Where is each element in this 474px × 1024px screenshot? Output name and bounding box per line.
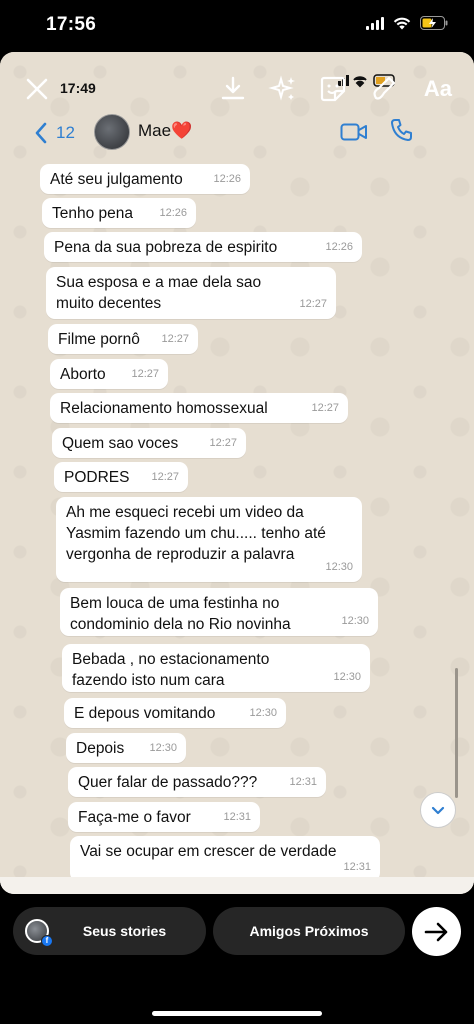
message-text: Bebada , no estacionamento fazendo isto …: [72, 651, 270, 689]
message-time: 12:31: [223, 811, 251, 823]
message-text: E depous vomitando: [74, 705, 216, 722]
message-text: Bem louca de uma festinha no condominio …: [70, 595, 291, 633]
message-text: Vai se ocupar em crescer de verdade: [80, 843, 337, 860]
scrollbar[interactable]: [455, 668, 458, 798]
message-bubble[interactable]: Relacionamento homossexual 12:27: [50, 393, 348, 423]
message-bubble[interactable]: Depois 12:30: [66, 733, 186, 763]
story-editor-toolbar: 17:49 Aa: [0, 52, 474, 132]
message-time: 12:27: [131, 368, 159, 380]
story-card: 17:49 Aa 12 Mae❤️ Até seu julgamento 12:…: [0, 52, 474, 894]
message-text: Ah me esqueci recebi um video da Yasmim …: [66, 504, 326, 563]
message-time: 12:26: [213, 173, 241, 185]
message-bubble[interactable]: Vai se ocupar em crescer de verdade 12:3…: [70, 836, 380, 882]
message-time: 12:30: [249, 707, 277, 719]
message-text: Pena da sua pobreza de espirito: [54, 239, 278, 256]
status-time: 17:56: [46, 14, 97, 35]
message-time: 12:31: [343, 861, 371, 873]
message-time: 12:30: [325, 561, 353, 573]
message-text: Sua esposa e a mae dela sao muito decent…: [56, 274, 262, 312]
close-icon[interactable]: [24, 76, 50, 102]
message-time: 12:27: [151, 471, 179, 483]
battery-charging-icon: [420, 16, 448, 30]
screenshot-status-time: 17:49: [60, 80, 96, 96]
download-icon[interactable]: [218, 74, 248, 104]
message-time: 12:27: [299, 298, 327, 310]
message-time: 12:30: [333, 671, 361, 683]
message-time: 12:31: [289, 776, 317, 788]
your-stories-label: Seus stories: [82, 923, 167, 939]
message-bubble[interactable]: Ah me esqueci recebi um video da Yasmim …: [56, 497, 362, 582]
message-bubble[interactable]: Bem louca de uma festinha no condominio …: [60, 588, 378, 636]
message-text: Até seu julgamento: [50, 171, 183, 188]
message-bubble[interactable]: Sua esposa e a mae dela sao muito decent…: [46, 267, 336, 319]
message-time: 12:30: [149, 742, 177, 754]
message-time: 12:27: [311, 402, 339, 414]
close-friends-button[interactable]: Amigos Próximos: [213, 907, 405, 955]
message-bubble[interactable]: Até seu julgamento 12:26: [40, 164, 250, 194]
message-time: 12:26: [159, 207, 187, 219]
message-time: 12:27: [161, 333, 189, 345]
message-bubble[interactable]: PODRES 12:27: [54, 462, 188, 492]
message-time: 12:27: [209, 437, 237, 449]
message-bubble[interactable]: E depous vomitando 12:30: [64, 698, 286, 728]
message-time: 12:30: [341, 615, 369, 627]
message-bubble[interactable]: Quem sao voces 12:27: [52, 428, 246, 458]
message-bubble[interactable]: Tenho pena 12:26: [42, 198, 196, 228]
message-time: 12:26: [325, 241, 353, 253]
facebook-icon: f: [41, 935, 53, 947]
message-text: Relacionamento homossexual: [60, 400, 268, 417]
scroll-down-icon[interactable]: [420, 792, 456, 828]
message-text: Quer falar de passado???: [78, 774, 258, 791]
message-input-strip: [0, 877, 474, 894]
sparkle-effects-icon[interactable]: [268, 74, 298, 104]
message-bubble[interactable]: Aborto 12:27: [50, 359, 168, 389]
cellular-signal-icon: [366, 16, 384, 30]
status-icons: [366, 16, 448, 30]
draw-icon[interactable]: [368, 74, 398, 104]
wifi-icon: [393, 16, 411, 30]
message-bubble[interactable]: Filme pornô 12:27: [48, 324, 198, 354]
message-bubble[interactable]: Pena da sua pobreza de espirito 12:26: [44, 232, 362, 262]
message-bubble[interactable]: Faça-me o favor 12:31: [68, 802, 260, 832]
text-tool-button[interactable]: Aa: [424, 76, 452, 102]
message-bubble[interactable]: Quer falar de passado??? 12:31: [68, 767, 326, 797]
close-friends-label: Amigos Próximos: [249, 923, 369, 939]
home-indicator[interactable]: [152, 1011, 322, 1016]
send-arrow-icon: [424, 922, 447, 941]
send-button[interactable]: [412, 907, 461, 956]
your-stories-button[interactable]: f Seus stories: [13, 907, 206, 955]
sticker-icon[interactable]: [318, 74, 348, 104]
story-share-bar: f Seus stories Amigos Próximos: [0, 896, 474, 1024]
phone-status-bar: 17:56: [0, 0, 474, 52]
message-bubble[interactable]: Bebada , no estacionamento fazendo isto …: [62, 644, 370, 692]
